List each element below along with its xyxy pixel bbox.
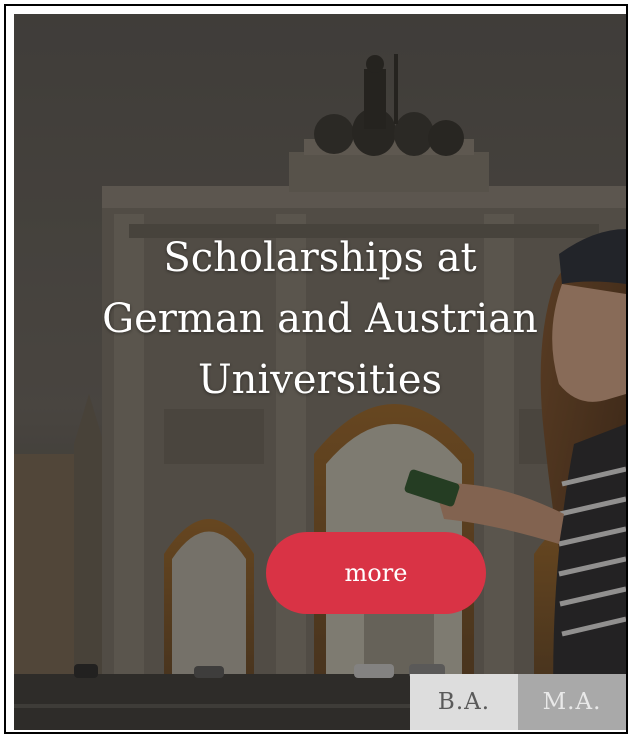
degree-tabs: B.A. M.A. — [410, 674, 626, 730]
headline-line-3: Universities — [197, 357, 443, 403]
more-button[interactable]: more — [266, 532, 486, 614]
headline-line-2: German and Austrian — [102, 296, 538, 342]
hero-headline: Scholarships at German and Austrian Univ… — [14, 228, 626, 411]
headline-line-1: Scholarships at — [163, 235, 477, 281]
hero-banner: Scholarships at German and Austrian Univ… — [14, 14, 626, 730]
tab-master[interactable]: M.A. — [518, 674, 626, 730]
page-frame: Scholarships at German and Austrian Univ… — [4, 4, 628, 734]
tab-bachelor[interactable]: B.A. — [410, 674, 518, 730]
